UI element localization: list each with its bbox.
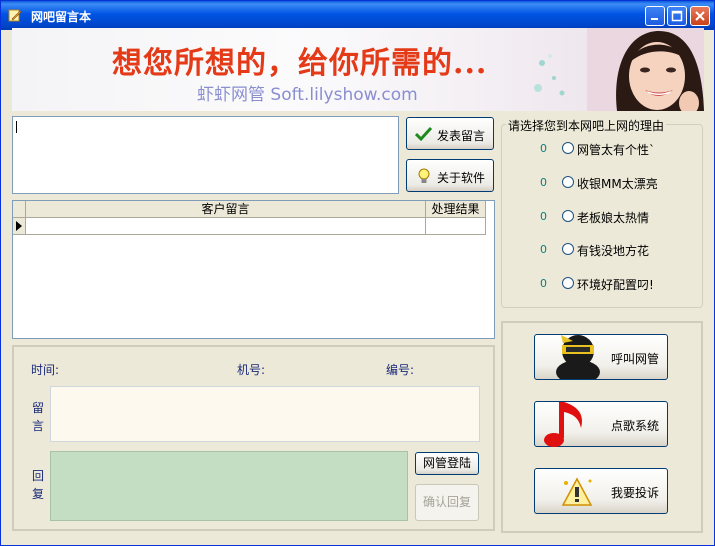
reason-count: 0: [540, 277, 547, 290]
notepad-icon: [8, 9, 22, 22]
grid-corner: [13, 201, 26, 218]
reason-count: 0: [540, 243, 547, 256]
about-software-button[interactable]: 关于软件: [406, 159, 494, 192]
radio-button[interactable]: [562, 277, 574, 289]
reason-count: 0: [540, 176, 547, 189]
post-message-label: 发表留言: [437, 129, 486, 143]
decorative-dots-icon: [534, 54, 565, 96]
call-admin-button[interactable]: 呼叫网管: [534, 334, 668, 380]
call-admin-label: 呼叫网管: [610, 352, 659, 366]
radio-button[interactable]: [562, 176, 574, 188]
window-title: 网吧留言本: [31, 10, 92, 24]
maximize-icon: [671, 10, 683, 22]
maximize-button[interactable]: [667, 6, 687, 26]
reason-option-5[interactable]: 0 环境好配置叼!: [502, 275, 702, 293]
banner-slogan: 想您所想的，给你所需的...: [112, 46, 488, 81]
reasons-group: 请选择您到本网吧上网的理由 0 网管太有个性` 0 收银MM太漂亮 0 老板娘太…: [501, 117, 703, 308]
reason-label: 收银MM太漂亮: [577, 177, 658, 191]
reason-label: 有钱没地方花: [577, 244, 650, 258]
cell-result[interactable]: [426, 218, 486, 234]
reason-option-1[interactable]: 0 网管太有个性`: [502, 140, 702, 158]
radio-button[interactable]: [562, 142, 574, 154]
radio-button[interactable]: [562, 243, 574, 255]
lightbulb-icon: [418, 168, 430, 183]
column-header-result[interactable]: 处理结果: [426, 201, 486, 218]
reasons-title: 请选择您到本网吧上网的理由: [506, 117, 667, 134]
message-grid[interactable]: 客户留言 处理结果: [12, 200, 495, 339]
song-request-button[interactable]: 点歌系统: [534, 401, 668, 447]
post-message-button[interactable]: 发表留言: [406, 117, 494, 150]
reason-option-4[interactable]: 0 有钱没地方花: [502, 241, 702, 259]
song-request-label: 点歌系统: [610, 419, 659, 433]
music-note-icon: [544, 402, 583, 447]
reason-label: 网管太有个性`: [577, 143, 656, 157]
reason-label: 环境好配置叼!: [577, 278, 654, 292]
close-button[interactable]: [690, 6, 710, 26]
checkmark-icon: [415, 126, 433, 142]
minimize-icon: [651, 18, 658, 20]
girl-portrait-icon: [587, 28, 704, 111]
number-label: 编号:: [386, 363, 415, 377]
radio-button[interactable]: [562, 210, 574, 222]
reason-option-3[interactable]: 0 老板娘太热情: [502, 208, 702, 226]
time-label: 时间:: [31, 363, 60, 377]
column-header-message[interactable]: 客户留言: [26, 201, 426, 218]
app-window: 网吧留言本 想您所想的，给你所需的... 虾虾网管 Soft.lilyshow.…: [0, 0, 715, 546]
complaint-button[interactable]: 我要投诉: [534, 468, 668, 514]
title-bar[interactable]: 网吧留言本: [1, 1, 714, 30]
about-software-label: 关于软件: [437, 171, 486, 185]
reply-input[interactable]: [50, 451, 408, 521]
details-panel: 时间: 机号: 编号: 留 言 回 复 网管登陆 确认回复: [12, 345, 495, 531]
reply-label: 回 复: [32, 469, 45, 501]
message-label: 留 言: [32, 401, 45, 433]
cell-message[interactable]: [26, 218, 426, 234]
reason-option-2[interactable]: 0 收银MM太漂亮: [502, 174, 702, 192]
confirm-reply-button[interactable]: 确认回复: [415, 484, 479, 521]
table-row[interactable]: [13, 218, 486, 235]
complaint-icon: [561, 477, 593, 506]
message-input[interactable]: [12, 116, 399, 194]
complaint-label: 我要投诉: [610, 486, 659, 500]
reason-count: 0: [540, 142, 547, 155]
current-row-arrow-icon: [16, 221, 22, 231]
reason-label: 老板娘太热情: [577, 211, 650, 225]
message-display: [50, 386, 480, 442]
machine-label: 机号:: [237, 363, 266, 377]
admin-login-button[interactable]: 网管登陆: [415, 452, 479, 475]
minimize-button[interactable]: [645, 6, 665, 26]
ninja-icon: [556, 335, 600, 379]
banner-brand: 虾虾网管 Soft.lilyshow.com: [197, 85, 418, 105]
text-caret: [16, 121, 17, 133]
row-selector[interactable]: [13, 218, 26, 234]
close-icon: [695, 11, 705, 21]
reason-count: 0: [540, 210, 547, 223]
banner: 想您所想的，给你所需的... 虾虾网管 Soft.lilyshow.com: [12, 28, 704, 111]
